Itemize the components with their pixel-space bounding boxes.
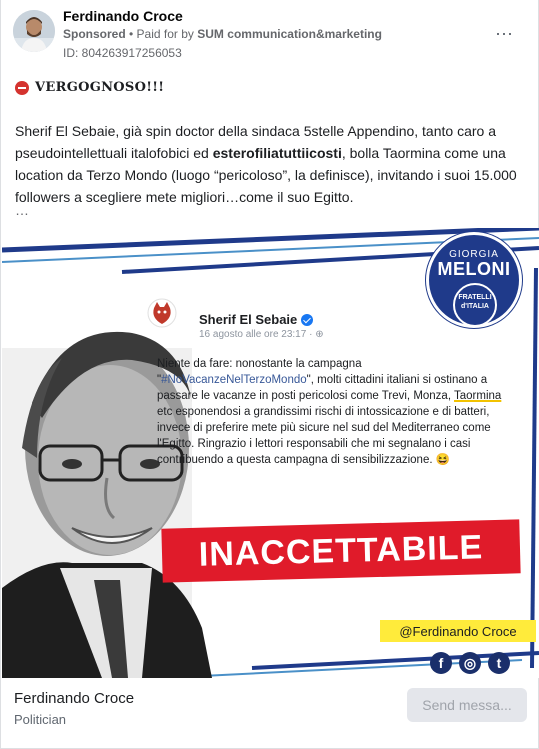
post-headline: VERGOGNOSO!!! [15, 80, 164, 95]
paid-for-prefix: • Paid for by [129, 27, 194, 41]
facebook-icon: f [430, 652, 452, 674]
twitter-icon: t [488, 652, 510, 674]
quoted-post-text: Niente da fare: nonostante la campagna "… [157, 356, 519, 468]
quoted-taormina: Taormina [454, 390, 502, 402]
paid-by-link[interactable]: SUM communication&marketing [197, 27, 382, 41]
ad-id: ID: 804263917256053 [63, 46, 182, 60]
quoted-author-name-text: Sherif El Sebaie [199, 312, 298, 327]
more-options-icon[interactable]: ⋯ [495, 24, 514, 45]
instagram-icon: ◎ [459, 652, 481, 674]
quoted-post-card: Sherif El Sebaie 16 agosto alle ore 23:1… [147, 298, 527, 528]
quoted-hashtag: #NoVacanzeNelTerzoMondo [161, 374, 307, 386]
logo-last-name: MELONI [437, 259, 511, 279]
post-body: Sherif El Sebaie, già spin doctor della … [15, 120, 525, 208]
headline-text: VERGOGNOSO!!! [35, 80, 165, 95]
handle-tag: @Ferdinando Croce [380, 620, 536, 642]
inaccettabile-stamp: INACCETTABILE [161, 519, 521, 583]
send-message-button[interactable]: Send messa... [407, 688, 527, 722]
author-avatar[interactable] [13, 10, 55, 52]
globe-icon: ⊕ [315, 329, 324, 340]
page-category: Politician [14, 712, 67, 727]
post-footer: Ferdinando Croce Politician Send messa..… [1, 678, 539, 749]
ad-image[interactable]: GIORGIA MELONI FRATELLI d'ITALIA Sherif … [2, 228, 539, 678]
sponsored-post: Ferdinando Croce Sponsored • Paid for by… [0, 0, 539, 749]
sponsored-label: Sponsored [63, 27, 126, 41]
quoted-author-avatar [147, 298, 177, 328]
quoted-post-date: 16 agosto alle ore 23:17 · ⊕ [199, 329, 324, 340]
page-name[interactable]: Ferdinando Croce [14, 690, 134, 707]
author-name[interactable]: Ferdinando Croce [63, 8, 183, 24]
stamp-text: INACCETTABILE [198, 527, 484, 574]
quoted-text-3: etc esponendosi a grandissimi rischi di … [157, 406, 491, 466]
quoted-author-name: Sherif El Sebaie [199, 312, 314, 327]
see-more-ellipsis[interactable]: … [15, 202, 29, 218]
no-entry-icon [15, 80, 29, 95]
body-text-bold: esterofiliatuttiicosti [212, 145, 342, 161]
quoted-post-date-text: 16 agosto alle ore 23:17 · [199, 329, 316, 340]
post-header: Ferdinando Croce Sponsored • Paid for by… [13, 8, 526, 60]
verified-badge-icon [301, 313, 314, 326]
sponsored-meta: Sponsored • Paid for by SUM communicatio… [63, 27, 382, 41]
